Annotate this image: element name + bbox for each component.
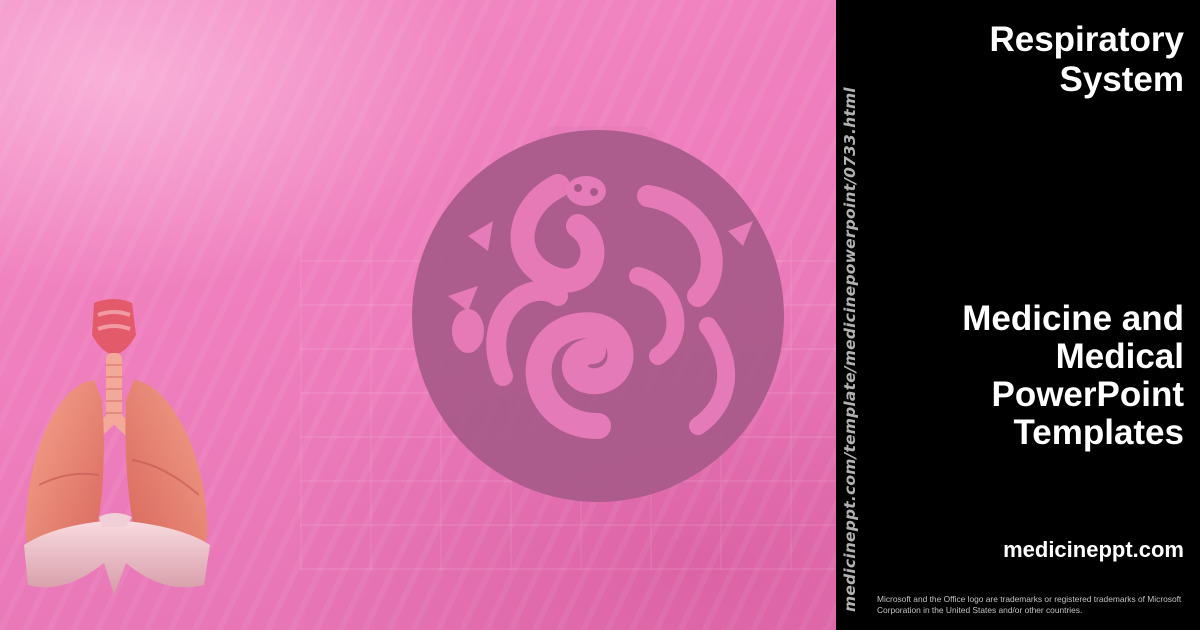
template-preview-image (0, 0, 836, 630)
legal-disclaimer: Microsoft and the Office logo are tradem… (877, 594, 1182, 615)
lungs-icon (24, 299, 210, 595)
page-subtitle: Medicine and Medical PowerPoint Template… (962, 299, 1184, 452)
template-url-text[interactable]: medicineppt.com/template/medicinepowerpo… (838, 87, 862, 612)
site-name[interactable]: medicineppt.com (1003, 537, 1184, 563)
swirl-emblem-icon (412, 126, 784, 502)
page-title: Respiratory System (989, 20, 1184, 99)
